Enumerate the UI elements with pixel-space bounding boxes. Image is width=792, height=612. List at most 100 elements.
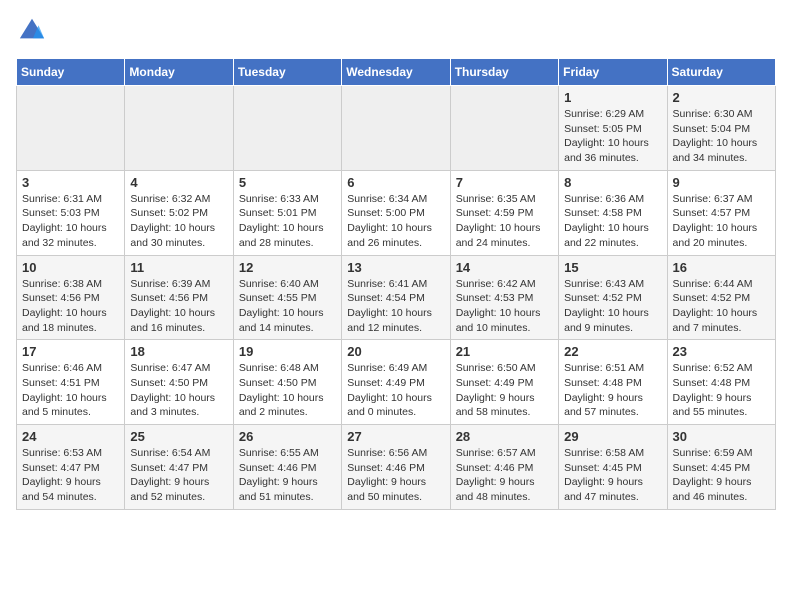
calendar-cell: 12 Sunrise: 6:40 AM Sunset: 4:55 PM Dayli… [233,255,341,340]
logo-general [16,16,46,50]
weekday-header-monday: Monday [125,59,233,86]
calendar-cell: 9 Sunrise: 6:37 AM Sunset: 4:57 PM Daylig… [667,170,775,255]
calendar-cell: 30 Sunrise: 6:59 AM Sunset: 4:45 PM Dayli… [667,425,775,510]
day-info: Sunrise: 6:49 AM Sunset: 4:49 PM Dayligh… [347,361,444,420]
day-number: 17 [22,344,119,359]
calendar-cell: 4 Sunrise: 6:32 AM Sunset: 5:02 PM Daylig… [125,170,233,255]
day-info: Sunrise: 6:31 AM Sunset: 5:03 PM Dayligh… [22,192,119,251]
day-info: Sunrise: 6:44 AM Sunset: 4:52 PM Dayligh… [673,277,770,336]
day-number: 20 [347,344,444,359]
calendar-cell: 20 Sunrise: 6:49 AM Sunset: 4:49 PM Dayli… [342,340,450,425]
day-number: 21 [456,344,553,359]
calendar-cell: 13 Sunrise: 6:41 AM Sunset: 4:54 PM Dayli… [342,255,450,340]
calendar-cell: 25 Sunrise: 6:54 AM Sunset: 4:47 PM Dayli… [125,425,233,510]
day-number: 12 [239,260,336,275]
day-info: Sunrise: 6:54 AM Sunset: 4:47 PM Dayligh… [130,446,227,505]
day-number: 11 [130,260,227,275]
calendar-cell: 22 Sunrise: 6:51 AM Sunset: 4:48 PM Dayli… [559,340,667,425]
day-info: Sunrise: 6:47 AM Sunset: 4:50 PM Dayligh… [130,361,227,420]
day-number: 28 [456,429,553,444]
day-info: Sunrise: 6:29 AM Sunset: 5:05 PM Dayligh… [564,107,661,166]
calendar-cell: 28 Sunrise: 6:57 AM Sunset: 4:46 PM Dayli… [450,425,558,510]
day-info: Sunrise: 6:53 AM Sunset: 4:47 PM Dayligh… [22,446,119,505]
calendar-cell: 10Sunrise: 6:38 AM Sunset: 4:56 PM Dayli… [17,255,125,340]
day-number: 2 [673,90,770,105]
weekday-header-thursday: Thursday [450,59,558,86]
calendar-cell [233,86,341,171]
calendar-cell: 7Sunrise: 6:35 AM Sunset: 4:59 PM Daylig… [450,170,558,255]
calendar-cell [450,86,558,171]
day-info: Sunrise: 6:55 AM Sunset: 4:46 PM Dayligh… [239,446,336,505]
calendar-cell: 21 Sunrise: 6:50 AM Sunset: 4:49 PM Dayli… [450,340,558,425]
day-info: Sunrise: 6:52 AM Sunset: 4:48 PM Dayligh… [673,361,770,420]
calendar-cell: 16 Sunrise: 6:44 AM Sunset: 4:52 PM Dayli… [667,255,775,340]
calendar-cell: 11 Sunrise: 6:39 AM Sunset: 4:56 PM Dayli… [125,255,233,340]
day-info: Sunrise: 6:41 AM Sunset: 4:54 PM Dayligh… [347,277,444,336]
weekday-header-friday: Friday [559,59,667,86]
weekday-header-wednesday: Wednesday [342,59,450,86]
weekday-header-tuesday: Tuesday [233,59,341,86]
day-number: 13 [347,260,444,275]
day-info: Sunrise: 6:56 AM Sunset: 4:46 PM Dayligh… [347,446,444,505]
day-info: Sunrise: 6:34 AM Sunset: 5:00 PM Dayligh… [347,192,444,251]
day-info: Sunrise: 6:39 AM Sunset: 4:56 PM Dayligh… [130,277,227,336]
day-number: 6 [347,175,444,190]
calendar-cell: 17Sunrise: 6:46 AM Sunset: 4:51 PM Dayli… [17,340,125,425]
day-number: 7 [456,175,553,190]
weekday-header-saturday: Saturday [667,59,775,86]
calendar-cell: 5 Sunrise: 6:33 AM Sunset: 5:01 PM Daylig… [233,170,341,255]
calendar-cell [125,86,233,171]
day-number: 16 [673,260,770,275]
calendar-cell [17,86,125,171]
calendar-cell [342,86,450,171]
calendar-cell: 29 Sunrise: 6:58 AM Sunset: 4:45 PM Dayli… [559,425,667,510]
day-number: 1 [564,90,661,105]
day-number: 4 [130,175,227,190]
day-number: 18 [130,344,227,359]
day-number: 14 [456,260,553,275]
day-info: Sunrise: 6:40 AM Sunset: 4:55 PM Dayligh… [239,277,336,336]
day-number: 19 [239,344,336,359]
day-number: 3 [22,175,119,190]
calendar-cell: 27 Sunrise: 6:56 AM Sunset: 4:46 PM Dayli… [342,425,450,510]
day-info: Sunrise: 6:51 AM Sunset: 4:48 PM Dayligh… [564,361,661,420]
calendar-cell: 18 Sunrise: 6:47 AM Sunset: 4:50 PM Dayli… [125,340,233,425]
day-number: 27 [347,429,444,444]
day-number: 23 [673,344,770,359]
day-number: 15 [564,260,661,275]
calendar-cell: 1 Sunrise: 6:29 AM Sunset: 5:05 PM Daylig… [559,86,667,171]
day-info: Sunrise: 6:30 AM Sunset: 5:04 PM Dayligh… [673,107,770,166]
day-info: Sunrise: 6:58 AM Sunset: 4:45 PM Dayligh… [564,446,661,505]
calendar-cell: 24 Sunrise: 6:53 AM Sunset: 4:47 PM Dayli… [17,425,125,510]
calendar-cell: 3 Sunrise: 6:31 AM Sunset: 5:03 PM Daylig… [17,170,125,255]
day-info: Sunrise: 6:32 AM Sunset: 5:02 PM Dayligh… [130,192,227,251]
day-info: Sunrise: 6:42 AM Sunset: 4:53 PM Dayligh… [456,277,553,336]
day-info: Sunrise: 6:48 AM Sunset: 4:50 PM Dayligh… [239,361,336,420]
calendar-cell: 26 Sunrise: 6:55 AM Sunset: 4:46 PM Dayli… [233,425,341,510]
day-number: 5 [239,175,336,190]
calendar-cell: 8 Sunrise: 6:36 AM Sunset: 4:58 PM Daylig… [559,170,667,255]
day-number: 24 [22,429,119,444]
day-number: 9 [673,175,770,190]
day-number: 22 [564,344,661,359]
day-info: Sunrise: 6:57 AM Sunset: 4:46 PM Dayligh… [456,446,553,505]
day-info: Sunrise: 6:50 AM Sunset: 4:49 PM Dayligh… [456,361,553,420]
calendar-cell: 14 Sunrise: 6:42 AM Sunset: 4:53 PM Dayli… [450,255,558,340]
day-info: Sunrise: 6:36 AM Sunset: 4:58 PM Dayligh… [564,192,661,251]
day-number: 25 [130,429,227,444]
day-number: 29 [564,429,661,444]
day-info: Sunrise: 6:33 AM Sunset: 5:01 PM Dayligh… [239,192,336,251]
calendar-cell: 15 Sunrise: 6:43 AM Sunset: 4:52 PM Dayli… [559,255,667,340]
calendar-cell: 6 Sunrise: 6:34 AM Sunset: 5:00 PM Daylig… [342,170,450,255]
day-number: 30 [673,429,770,444]
day-info: Sunrise: 6:59 AM Sunset: 4:45 PM Dayligh… [673,446,770,505]
day-info: Sunrise: 6:37 AM Sunset: 4:57 PM Dayligh… [673,192,770,251]
calendar-cell: 19 Sunrise: 6:48 AM Sunset: 4:50 PM Dayli… [233,340,341,425]
day-number: 8 [564,175,661,190]
day-info: Sunrise: 6:38 AM Sunset: 4:56 PM Dayligh… [22,277,119,336]
day-number: 26 [239,429,336,444]
weekday-header-sunday: Sunday [17,59,125,86]
calendar-cell: 23 Sunrise: 6:52 AM Sunset: 4:48 PM Dayli… [667,340,775,425]
logo [16,16,54,50]
day-info: Sunrise: 6:43 AM Sunset: 4:52 PM Dayligh… [564,277,661,336]
